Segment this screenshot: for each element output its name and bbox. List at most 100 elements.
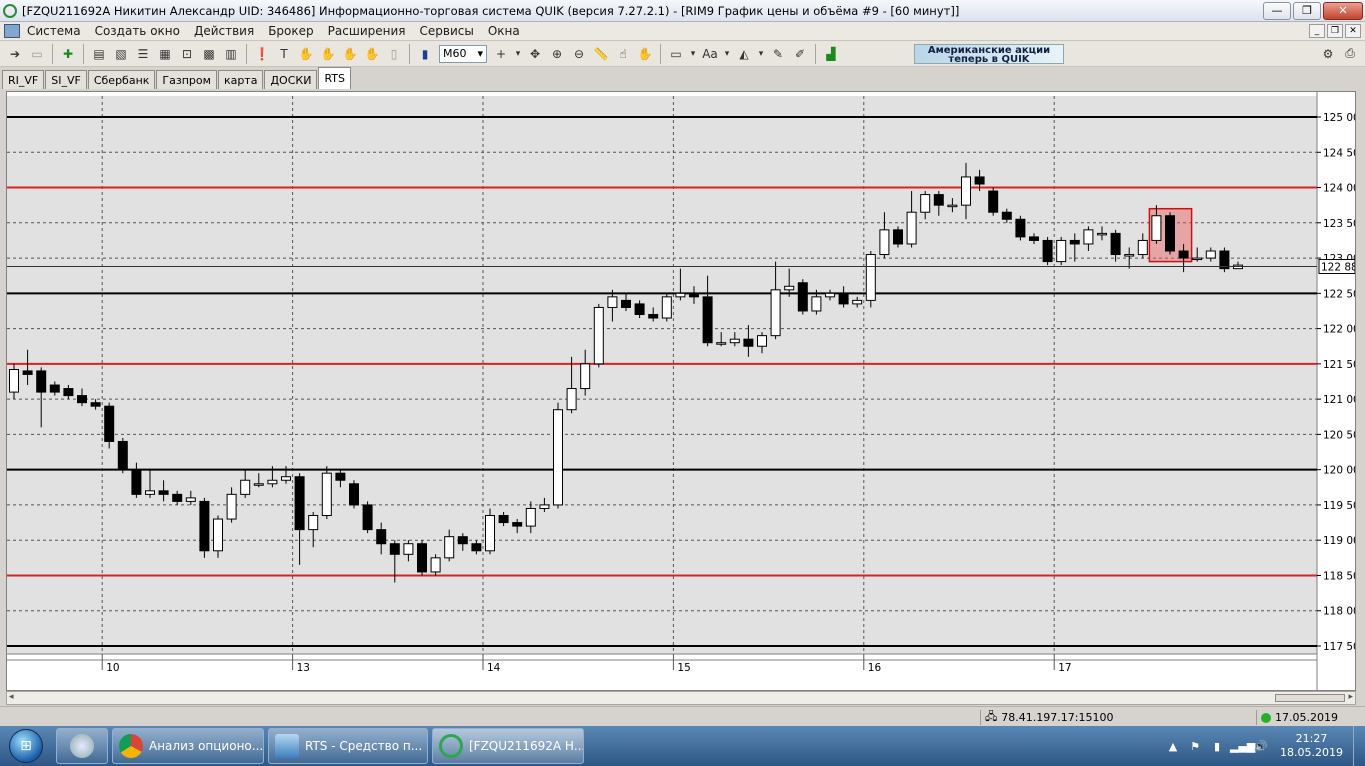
- candle-bear[interactable]: [457, 536, 468, 545]
- candle-bull[interactable]: [403, 543, 414, 555]
- candle-bear[interactable]: [63, 388, 74, 397]
- candle-bull[interactable]: [920, 194, 931, 213]
- chart-scrollbar[interactable]: ◂ ▸: [6, 691, 1356, 705]
- candle-bull[interactable]: [729, 338, 740, 344]
- candle-bull[interactable]: [525, 507, 536, 527]
- candle-bear[interactable]: [77, 395, 87, 404]
- candle-bull[interactable]: [580, 363, 591, 390]
- candlestick-chart[interactable]: 125 000124 500124 000123 500123 000122 5…: [7, 92, 1365, 690]
- clock[interactable]: 21:27 18.05.2019: [1280, 732, 1343, 760]
- candle-bull[interactable]: [1151, 215, 1162, 241]
- candle-bear[interactable]: [172, 493, 183, 502]
- candle-bull[interactable]: [947, 204, 958, 208]
- zoom-out-icon[interactable]: ⊖: [569, 44, 589, 64]
- plot-area[interactable]: [7, 96, 1317, 654]
- candle-bear[interactable]: [294, 476, 305, 531]
- candle-bear[interactable]: [1219, 250, 1230, 270]
- candle-bear[interactable]: [349, 483, 359, 506]
- candle-bear[interactable]: [498, 515, 509, 524]
- candle-bull[interactable]: [961, 176, 971, 206]
- menu-windows[interactable]: Окна: [481, 24, 527, 38]
- tab-gazprom[interactable]: Газпром: [156, 70, 217, 89]
- candle-bear[interactable]: [1178, 250, 1189, 259]
- zoom-in-icon[interactable]: ⊕: [547, 44, 567, 64]
- candle-bull[interactable]: [9, 369, 19, 393]
- candle-bear[interactable]: [634, 303, 645, 315]
- candle-bull[interactable]: [879, 229, 890, 256]
- move-icon[interactable]: ✥: [525, 44, 545, 64]
- flag-icon[interactable]: ⚑: [1186, 740, 1204, 753]
- candle-bear[interactable]: [1069, 239, 1080, 245]
- timeframe-select[interactable]: M60 ▾: [439, 44, 487, 63]
- arrow-icon[interactable]: ➔: [5, 44, 25, 64]
- menu-system[interactable]: Система: [20, 24, 88, 38]
- edit-table-icon[interactable]: ▥: [221, 44, 241, 64]
- candle-bear[interactable]: [797, 282, 808, 312]
- candle-bull[interactable]: [281, 476, 291, 481]
- rectangle-icon[interactable]: ▭: [666, 44, 686, 64]
- crosshair-icon[interactable]: +: [491, 44, 511, 64]
- chevron-down-icon[interactable]: ▾: [688, 44, 698, 64]
- grid-icon[interactable]: ▩: [199, 44, 219, 64]
- close-button[interactable]: ✕: [1323, 1, 1363, 20]
- maximize-button[interactable]: ❐: [1293, 1, 1321, 20]
- list-icon[interactable]: ☰: [133, 44, 153, 64]
- candle-bull[interactable]: [661, 296, 672, 319]
- hand-cancel-icon[interactable]: ✋: [362, 44, 382, 64]
- new-window-icon[interactable]: ✚: [58, 44, 78, 64]
- candle-bear[interactable]: [1110, 232, 1121, 256]
- pan-icon[interactable]: ☝: [613, 44, 633, 64]
- scroll-right-icon[interactable]: ▸: [1348, 692, 1353, 702]
- candle-bull[interactable]: [1124, 254, 1135, 257]
- menu-extensions[interactable]: Расширения: [321, 24, 413, 38]
- candle-bull[interactable]: [1097, 232, 1107, 236]
- indicators-icon[interactable]: ▟: [821, 44, 841, 64]
- menu-actions[interactable]: Действия: [187, 24, 261, 38]
- menu-broker[interactable]: Брокер: [261, 24, 320, 38]
- candle-bear[interactable]: [743, 338, 754, 347]
- ad-banner[interactable]: Американские акции теперь в QUIK: [914, 43, 1064, 64]
- tab-rts[interactable]: RTS: [318, 67, 351, 89]
- price-chart[interactable]: 125 000124 500124 000123 500123 000122 5…: [6, 91, 1365, 691]
- candle-bear[interactable]: [362, 504, 373, 531]
- candle-bull[interactable]: [1205, 250, 1216, 259]
- signal-icon[interactable]: ▂▄▆: [1230, 740, 1255, 753]
- mdi-close-button[interactable]: ✕: [1345, 24, 1361, 38]
- mdi-window-icon[interactable]: [4, 24, 20, 38]
- candle-bull[interactable]: [825, 292, 835, 298]
- candle-bull[interactable]: [716, 342, 727, 345]
- text-tool-icon[interactable]: T: [274, 44, 294, 64]
- table-icon[interactable]: ▤: [89, 44, 109, 64]
- candle-bull[interactable]: [593, 306, 604, 365]
- chevron-down-icon[interactable]: ▾: [513, 44, 523, 64]
- candle-bull[interactable]: [253, 483, 264, 486]
- start-button[interactable]: ⊞: [0, 726, 52, 766]
- print-icon[interactable]: ⎙: [1340, 44, 1360, 64]
- grab-icon[interactable]: ✋: [635, 44, 655, 64]
- tab-map[interactable]: карта: [217, 70, 264, 89]
- candlestick-chart-icon[interactable]: ▮: [415, 44, 435, 64]
- zoom-window-icon[interactable]: ⊡: [177, 44, 197, 64]
- paint-icon[interactable]: ◭: [734, 44, 754, 64]
- candle-bear[interactable]: [471, 543, 482, 552]
- candle-bear[interactable]: [131, 469, 142, 495]
- candle-bull[interactable]: [784, 285, 795, 291]
- tab-boards[interactable]: ДОСКИ: [264, 70, 318, 89]
- candle-bear[interactable]: [376, 529, 387, 545]
- minimize-button[interactable]: —: [1263, 1, 1291, 20]
- ruler-icon[interactable]: 📏: [591, 44, 611, 64]
- candle-bull[interactable]: [1137, 239, 1148, 256]
- candle-bull[interactable]: [675, 292, 686, 298]
- candle-bear[interactable]: [49, 384, 60, 393]
- candle-bear[interactable]: [1042, 239, 1053, 263]
- candle-bear[interactable]: [974, 176, 985, 185]
- taskbar-app-tool[interactable]: [56, 728, 108, 764]
- candle-bull[interactable]: [185, 497, 196, 502]
- candle-bear[interactable]: [689, 292, 699, 298]
- taskbar-quik[interactable]: [FZQU211692A Н...: [432, 728, 584, 764]
- candle-bull[interactable]: [240, 479, 251, 495]
- scrollbar-thumb[interactable]: [1275, 694, 1345, 702]
- menu-services[interactable]: Сервисы: [413, 24, 481, 38]
- candle-bear[interactable]: [104, 405, 115, 442]
- taskbar-chrome[interactable]: Анализ опционо...: [112, 728, 264, 764]
